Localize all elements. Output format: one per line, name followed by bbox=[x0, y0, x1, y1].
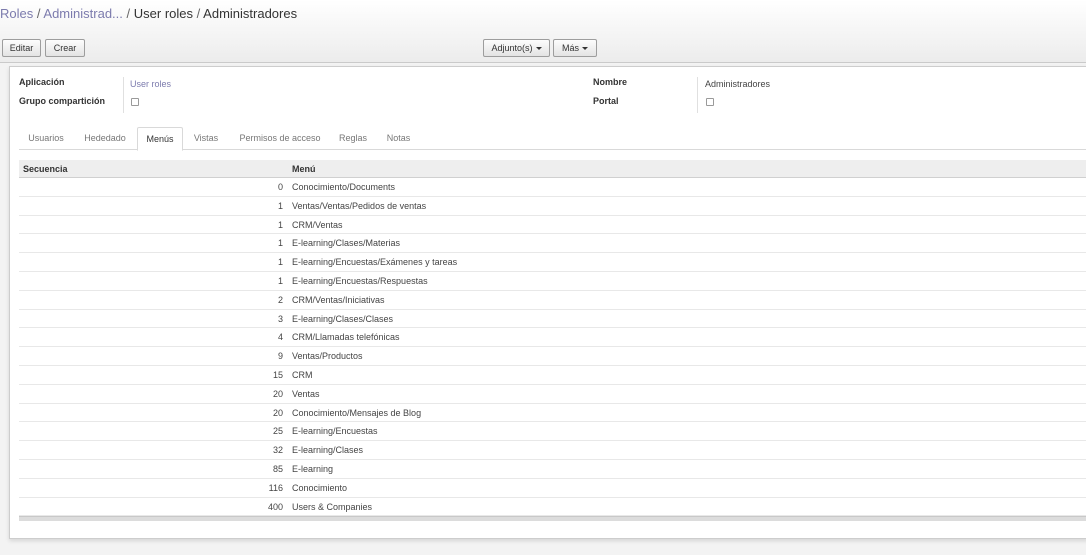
sequence-cell: 15 bbox=[272, 369, 283, 380]
table-row[interactable]: 25 E-learning/Encuestas bbox=[19, 422, 1086, 442]
edit-button[interactable]: Editar bbox=[2, 39, 41, 57]
breadcrumb-separator: / bbox=[196, 6, 201, 21]
sequence-cell: 4 bbox=[277, 332, 283, 343]
menu-cell: E-learning bbox=[292, 463, 334, 474]
table-row[interactable]: 20 Ventas bbox=[19, 385, 1086, 404]
sequence-cell: 32 bbox=[272, 445, 283, 456]
breadcrumb: Roles / Administrad... / User roles / Ad… bbox=[0, 6, 297, 22]
breadcrumb-user-roles: User roles bbox=[133, 6, 194, 21]
menu-cell: Users & Companies bbox=[292, 501, 373, 512]
breadcrumb-administradores-link[interactable]: Administrad... bbox=[43, 6, 122, 21]
menu-cell: E-learning/Clases/Materias bbox=[292, 238, 401, 249]
menu-cell: Conocimiento/Documents bbox=[292, 182, 396, 192]
table-row[interactable]: 116 Conocimiento bbox=[19, 479, 1086, 498]
menu-cell: Conocimiento bbox=[292, 482, 348, 493]
breadcrumb-separator: / bbox=[36, 6, 41, 21]
tab-usuarios[interactable]: Usuarios bbox=[19, 127, 73, 150]
sequence-cell: 1 bbox=[277, 200, 283, 211]
menu-cell: E-learning/Clases/Clases bbox=[292, 313, 394, 324]
attachments-button-label: Adjunto(s) bbox=[491, 43, 533, 53]
share-group-checkbox[interactable] bbox=[131, 98, 139, 106]
application-label: Aplicación bbox=[19, 77, 65, 87]
name-label: Nombre bbox=[593, 77, 628, 87]
portal-label: Portal bbox=[593, 96, 619, 106]
table-row[interactable]: 1 E-learning/Clases/Materias bbox=[19, 234, 1086, 254]
application-link[interactable]: User roles bbox=[130, 79, 171, 89]
create-button[interactable]: Crear bbox=[45, 39, 85, 57]
tab-permisos-de-acceso[interactable]: Permisos de acceso bbox=[229, 127, 331, 150]
tab-vistas[interactable]: Vistas bbox=[183, 127, 229, 150]
tab-reglas[interactable]: Reglas bbox=[331, 127, 375, 150]
table-row[interactable]: 15 CRM bbox=[19, 366, 1086, 385]
sequence-cell: 116 bbox=[268, 482, 283, 493]
sequence-cell: 85 bbox=[272, 463, 283, 474]
menus-table: Secuencia Menú 0 Conocimiento/Documents 1 V… bbox=[19, 160, 1086, 522]
table-row[interactable]: 1 E-learning/Encuestas/Respuestas bbox=[19, 272, 1086, 291]
table-row[interactable]: 3 E-learning/Clases/Clases bbox=[19, 310, 1086, 329]
control-panel: Roles / Administrad... / User roles / Ad… bbox=[0, 0, 1086, 63]
menu-cell: E-learning/Encuestas/Respuestas bbox=[292, 275, 428, 286]
breadcrumb-separator: / bbox=[126, 6, 131, 21]
tab-hededado[interactable]: Hededado bbox=[73, 127, 137, 150]
sequence-cell: 1 bbox=[277, 238, 283, 249]
table-row[interactable]: 0 Conocimiento/Documents bbox=[19, 178, 1086, 197]
menu-cell: Ventas bbox=[292, 388, 320, 399]
sequence-cell: 20 bbox=[272, 407, 283, 418]
sequence-cell: 20 bbox=[272, 388, 283, 399]
table-row[interactable]: 32 E-learning/Clases bbox=[19, 441, 1086, 460]
menu-cell: CRM/Ventas/Iniciativas bbox=[292, 294, 385, 305]
notebook-tabs: Usuarios Hededado Menús Vistas Permisos … bbox=[19, 127, 1086, 151]
menu-cell: CRM/Llamadas telefónicas bbox=[292, 332, 400, 343]
tab-menus[interactable]: Menús bbox=[137, 127, 183, 151]
breadcrumb-roles[interactable]: Roles bbox=[0, 6, 33, 21]
create-button-label: Crear bbox=[53, 43, 77, 53]
portal-checkbox[interactable] bbox=[706, 98, 714, 106]
menu-cell: CRM bbox=[292, 369, 313, 380]
name-value: Administradores bbox=[705, 79, 771, 89]
sequence-cell: 1 bbox=[277, 219, 283, 230]
table-row[interactable]: 1 Ventas/Ventas/Pedidos de ventas bbox=[19, 197, 1086, 216]
attachments-dropdown-button[interactable]: Adjunto(s) bbox=[483, 39, 550, 57]
sequence-cell: 3 bbox=[277, 313, 283, 324]
caret-down-icon bbox=[535, 46, 542, 50]
table-row[interactable]: 1 CRM/Ventas bbox=[19, 216, 1086, 235]
caret-down-icon bbox=[582, 46, 588, 50]
menu-cell: CRM/Ventas bbox=[292, 219, 343, 230]
sequence-cell: 2 bbox=[277, 294, 283, 305]
form-sheet: Aplicación User roles Grupo compartición… bbox=[9, 66, 1086, 539]
column-header-menu[interactable]: Menú bbox=[292, 164, 316, 174]
sequence-cell: 25 bbox=[272, 426, 283, 437]
table-row[interactable]: 2 CRM/Ventas/Iniciativas bbox=[19, 291, 1086, 310]
menu-cell: Ventas/Ventas/Pedidos de ventas bbox=[292, 200, 427, 211]
menu-cell: E-learning/Clases bbox=[292, 445, 364, 456]
table-row[interactable]: 20 Conocimiento/Mensajes de Blog bbox=[19, 404, 1086, 423]
more-dropdown-button[interactable]: Más bbox=[553, 39, 597, 57]
menu-cell: Ventas/Productos bbox=[292, 351, 363, 362]
sequence-cell: 0 bbox=[277, 182, 283, 192]
table-row[interactable]: 1 E-learning/Encuestas/Exámenes y tareas bbox=[19, 253, 1086, 272]
menu-cell: E-learning/Encuestas/Exámenes y tareas bbox=[292, 257, 458, 268]
table-header: Secuencia Menú bbox=[19, 160, 1086, 178]
table-body: 0 Conocimiento/Documents 1 Ventas/Ventas/Pe… bbox=[19, 178, 1086, 517]
column-header-sequence[interactable]: Secuencia bbox=[23, 164, 68, 174]
field-divider bbox=[697, 77, 698, 113]
table-row[interactable]: 85 E-learning bbox=[19, 460, 1086, 479]
tab-notas[interactable]: Notas bbox=[375, 127, 422, 150]
share-group-label: Grupo compartición bbox=[19, 96, 106, 106]
breadcrumb-current-record: Administradores bbox=[203, 6, 298, 21]
table-row[interactable]: 4 CRM/Llamadas telefónicas bbox=[19, 328, 1086, 348]
table-row[interactable]: 400 Users & Companies bbox=[19, 498, 1086, 517]
sequence-cell: 1 bbox=[277, 275, 283, 286]
sequence-cell: 9 bbox=[277, 351, 283, 362]
menu-cell: E-learning/Encuestas bbox=[292, 426, 378, 437]
menu-cell: Conocimiento/Mensajes de Blog bbox=[292, 407, 422, 418]
table-footer bbox=[19, 516, 1086, 522]
sequence-cell: 1 bbox=[277, 257, 283, 268]
table-row[interactable]: 9 Ventas/Productos bbox=[19, 347, 1086, 366]
more-button-label: Más bbox=[561, 43, 579, 53]
edit-button-label: Editar bbox=[9, 43, 34, 53]
sequence-cell: 400 bbox=[267, 501, 283, 512]
field-divider bbox=[123, 77, 124, 113]
